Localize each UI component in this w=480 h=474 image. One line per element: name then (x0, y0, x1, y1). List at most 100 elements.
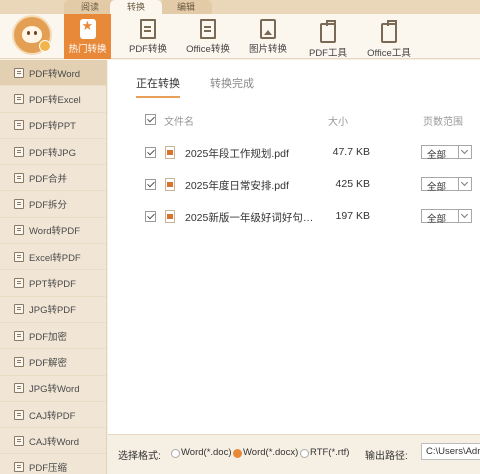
sidebar-item-caj-to-pdf[interactable]: CAJ转PDF (0, 402, 106, 429)
chevron-down-icon[interactable] (458, 178, 471, 190)
sidebar: PDF转Word PDF转Excel PDF转PPT PDF转JPG PDF合并… (0, 60, 107, 474)
sidebar-item-label: PDF转Word (29, 68, 81, 80)
image-icon (14, 383, 24, 394)
sidebar-item-jpg-to-pdf[interactable]: JPG转PDF (0, 297, 106, 323)
tool-pdf-convert[interactable]: PDF转换 (124, 14, 172, 59)
tool-office-convert[interactable]: Office转换 (184, 14, 232, 59)
format-label: 选择格式: (118, 451, 161, 462)
page-range-select[interactable]: 全部 (421, 209, 472, 225)
tool-label: Office转换 (186, 44, 230, 55)
tool-label: Office工具 (367, 48, 411, 59)
tool-office-tools[interactable]: Office工具 (364, 14, 414, 59)
file-row[interactable]: 2025年段工作规划.pdf 47.7 KB 全部 (108, 143, 480, 163)
bottom-bar: 选择格式: Word(*.doc) Word(*.docx) RTF(*.rtf… (108, 434, 480, 474)
image-icon (260, 19, 276, 39)
file-row[interactable]: 2025新版一年级好词好句… 197 KB 全部 (108, 207, 480, 227)
document-icon (14, 225, 24, 236)
sidebar-item-pdf-decrypt[interactable]: PDF解密 (0, 349, 106, 376)
sidebar-item-label: PDF拆分 (29, 200, 68, 212)
file-checkbox[interactable] (145, 211, 156, 222)
sidebar-item-label: PDF合并 (29, 173, 68, 185)
select-all-checkbox[interactable] (145, 114, 156, 125)
tab-edit[interactable]: 编辑 (160, 0, 212, 14)
chevron-down-icon[interactable] (458, 146, 471, 158)
tab-read[interactable]: 阅读 (64, 0, 116, 14)
sidebar-item-ppt-to-pdf[interactable]: PPT转PDF (0, 270, 106, 297)
document-icon (14, 120, 24, 131)
sidebar-item-label: CAJ转PDF (29, 410, 76, 422)
tab-converting[interactable]: 正在转换 (136, 75, 180, 98)
sidebar-item-pdf-to-excel[interactable]: PDF转Excel (0, 86, 106, 113)
pdf-file-icon (165, 210, 175, 223)
tool-hot-convert[interactable]: 热门转换 (64, 14, 111, 59)
tool-pdf-tools[interactable]: PDF工具 (304, 14, 352, 59)
sidebar-item-pdf-encrypt[interactable]: PDF加密 (0, 323, 106, 350)
page-range-value: 全部 (427, 182, 447, 193)
sidebar-item-pdf-split[interactable]: PDF拆分 (0, 191, 106, 218)
sidebar-item-label: Word转PDF (29, 226, 81, 238)
format-radio-rtf[interactable]: RTF(*.rtf) (300, 447, 349, 458)
output-path-label: 输出路径: (365, 451, 408, 462)
column-header-name: 文件名 (164, 117, 194, 128)
office-doc-icon (200, 19, 216, 39)
sidebar-item-label: PDF转PPT (29, 121, 76, 133)
sidebar-item-pdf-to-word[interactable]: PDF转Word (0, 60, 106, 87)
lock-icon (14, 330, 24, 341)
document-icon (14, 67, 24, 78)
image-icon (14, 146, 24, 157)
sidebar-item-jpg-to-word[interactable]: JPG转Word (0, 376, 106, 402)
tool-label: 图片转换 (248, 44, 287, 55)
sidebar-item-label: JPG转Word (29, 384, 80, 396)
document-icon (14, 435, 24, 446)
file-row[interactable]: 2025年度日常安排.pdf 425 KB 全部 (108, 175, 480, 195)
tab-completed[interactable]: 转换完成 (210, 75, 254, 91)
page-range-value: 全部 (427, 150, 447, 161)
format-radio-docx[interactable]: Word(*.docx) (233, 447, 298, 458)
image-icon (14, 304, 24, 315)
document-icon (14, 409, 24, 420)
sidebar-item-label: PPT转PDF (29, 279, 76, 291)
pdf-file-icon (165, 146, 175, 159)
split-icon (14, 199, 24, 210)
chevron-down-icon[interactable] (458, 210, 471, 222)
sidebar-item-excel-to-pdf[interactable]: Excel转PDF (0, 244, 106, 271)
column-header-size: 大小 (328, 117, 348, 128)
merge-icon (14, 172, 24, 183)
tool-label: PDF工具 (308, 48, 347, 59)
page-range-select[interactable]: 全部 (421, 145, 472, 161)
sidebar-item-label: Excel转PDF (29, 252, 81, 264)
sidebar-item-pdf-to-jpg[interactable]: PDF转JPG (0, 139, 106, 166)
logo-badge-icon (39, 40, 51, 52)
sidebar-item-caj-to-word[interactable]: CAJ转Word (0, 428, 106, 455)
document-icon (14, 93, 24, 104)
file-checkbox[interactable] (145, 147, 156, 158)
pdf-file-icon (140, 19, 156, 39)
app-logo (12, 15, 52, 55)
tool-label: PDF转换 (128, 44, 167, 55)
file-checkbox[interactable] (145, 179, 156, 190)
toolbox-icon (381, 20, 397, 43)
output-path-field[interactable]: C:\Users\Adr (421, 443, 480, 460)
tab-convert[interactable]: 转换 (110, 0, 162, 14)
logo-face-icon (22, 26, 42, 43)
file-size: 425 KB (335, 178, 370, 190)
document-icon (14, 251, 24, 262)
sidebar-item-label: PDF解密 (29, 357, 68, 369)
unlock-icon (14, 356, 24, 367)
compress-icon (14, 462, 24, 473)
file-size: 47.7 KB (332, 146, 370, 158)
sidebar-item-label: JPG转PDF (29, 305, 76, 317)
sidebar-item-word-to-pdf[interactable]: Word转PDF (0, 218, 106, 245)
page-range-value: 全部 (427, 214, 447, 225)
sidebar-item-label: CAJ转Word (29, 436, 79, 448)
sidebar-item-pdf-merge[interactable]: PDF合并 (0, 165, 106, 192)
column-header-pages: 页数范围 (423, 117, 463, 128)
file-name: 2025年段工作规划.pdf (185, 148, 289, 160)
format-radio-doc[interactable]: Word(*.doc) (171, 447, 232, 458)
tool-image-convert[interactable]: 图片转换 (244, 14, 292, 59)
page-range-select[interactable]: 全部 (421, 177, 472, 193)
sidebar-item-pdf-to-ppt[interactable]: PDF转PPT (0, 113, 106, 139)
sidebar-item-pdf-compress[interactable]: PDF压缩 (0, 454, 106, 474)
top-tab-strip: 阅读 编辑 转换 (0, 0, 480, 14)
file-size: 197 KB (335, 210, 370, 222)
